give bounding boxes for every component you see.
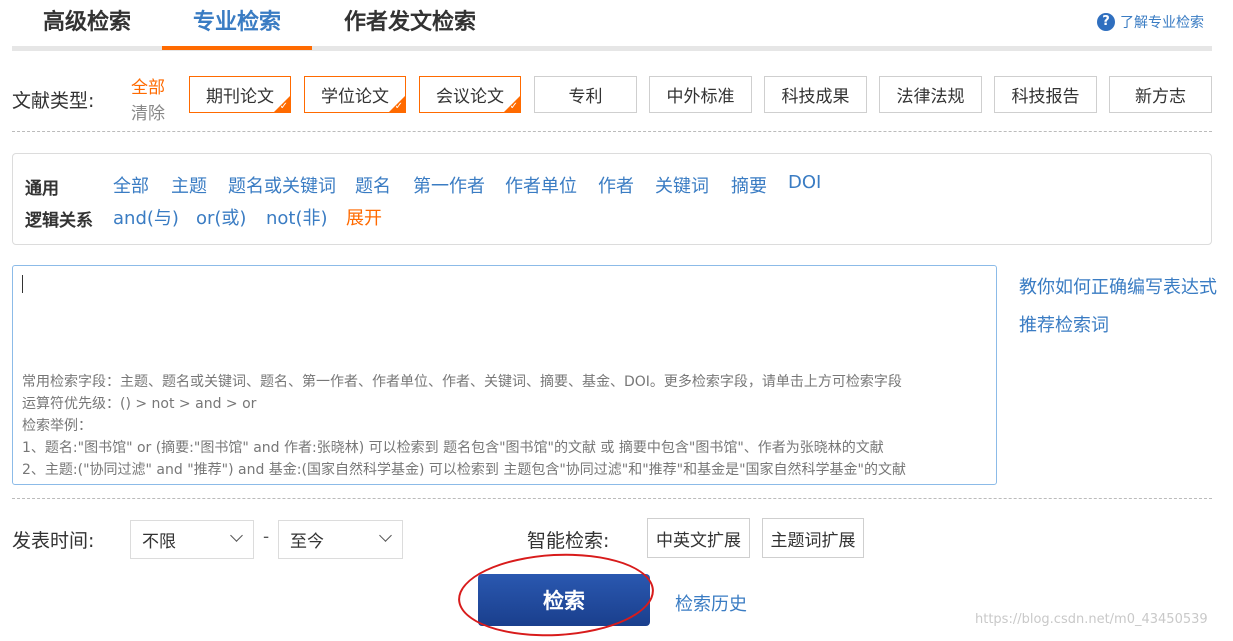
doc-type-patent[interactable]: 专利 [534, 76, 637, 113]
logic-not[interactable]: not(非) [266, 204, 328, 230]
field-panel: 通用 全部 主题 题名或关键词 题名 第一作者 作者单位 作者 关键词 摘要 D… [12, 153, 1212, 245]
general-fields-label: 通用 [25, 179, 59, 199]
smart-search-label: 智能检索: [527, 530, 610, 552]
tab-advanced-search[interactable]: 高级检索 [40, 8, 134, 48]
check-icon: ✓ [509, 101, 518, 112]
text-caret [22, 275, 23, 293]
recommend-terms-link[interactable]: 推荐检索词 [1019, 311, 1109, 337]
field-doi[interactable]: DOI [788, 172, 821, 193]
red-annotation-circle [455, 548, 657, 641]
chevron-down-icon [230, 529, 243, 542]
range-separator: - [263, 527, 270, 547]
active-tab-indicator [162, 46, 312, 50]
field-title[interactable]: 题名 [355, 172, 391, 198]
hint-example-2: 2、主题:("协同过滤" and "推荐") and 基金:(国家自然科学基金)… [22, 462, 906, 478]
subject-term-expand-button[interactable]: 主题词扩展 [762, 518, 864, 558]
chevron-down-icon [379, 529, 392, 542]
field-all[interactable]: 全部 [113, 172, 149, 198]
help-link-label: 了解专业检索 [1120, 15, 1204, 31]
doc-type-thesis[interactable]: 学位论文 ✓ [304, 76, 406, 113]
doc-type-law[interactable]: 法律法规 [879, 76, 982, 113]
doc-type-local-chronicle[interactable]: 新方志 [1109, 76, 1212, 113]
doc-type-achievement[interactable]: 科技成果 [764, 76, 867, 113]
check-icon: ✓ [394, 101, 403, 112]
hint-fields: 常用检索字段：主题、题名或关键词、题名、第一作者、作者单位、作者、关键词、摘要、… [22, 374, 902, 390]
field-topic[interactable]: 主题 [171, 172, 207, 198]
field-abstract[interactable]: 摘要 [731, 172, 767, 198]
field-title-or-keyword[interactable]: 题名或关键词 [228, 172, 336, 198]
hint-example-1: 1、题名:"图书馆" or (摘要:"图书馆" and 作者:张晓林) 可以检索… [22, 440, 884, 456]
doc-type-standard[interactable]: 中外标准 [649, 76, 752, 113]
field-author[interactable]: 作者 [598, 172, 634, 198]
expression-guide-link[interactable]: 教你如何正确编写表达式 [1019, 273, 1217, 299]
doc-type-report[interactable]: 科技报告 [994, 76, 1097, 113]
publish-time-from-select[interactable]: 不限 [130, 520, 254, 559]
doc-type-conference[interactable]: 会议论文 ✓ [419, 76, 521, 113]
clear-link[interactable]: 清除 [131, 99, 165, 124]
field-keyword[interactable]: 关键词 [655, 172, 709, 198]
field-author-affiliation[interactable]: 作者单位 [505, 172, 577, 198]
check-icon: ✓ [279, 101, 288, 112]
search-history-link[interactable]: 检索历史 [675, 590, 747, 616]
publish-time-to-select[interactable]: 至今 [278, 520, 403, 559]
watermark: https://blog.csdn.net/m0_43450539 [975, 612, 1208, 627]
logic-and[interactable]: and(与) [113, 204, 179, 230]
question-icon: ? [1097, 13, 1115, 31]
hint-example-title: 检索举例： [22, 418, 92, 434]
doc-type-label: 文献类型: [12, 90, 95, 112]
doc-type-journal[interactable]: 期刊论文 ✓ [189, 76, 291, 113]
divider [12, 131, 1212, 132]
logic-or[interactable]: or(或) [196, 204, 246, 230]
cn-en-expand-button[interactable]: 中英文扩展 [647, 518, 750, 558]
select-all-link[interactable]: 全部 [131, 73, 165, 98]
expand-link[interactable]: 展开 [346, 204, 382, 230]
divider [12, 498, 1212, 499]
hint-operators: 运算符优先级：() > not > and > or [22, 396, 257, 412]
tab-professional-search[interactable]: 专业检索 [162, 8, 312, 48]
publish-time-label: 发表时间: [12, 530, 95, 552]
field-first-author[interactable]: 第一作者 [413, 172, 485, 198]
help-link[interactable]: ? 了解专业检索 [1097, 12, 1204, 32]
logic-label: 逻辑关系 [25, 211, 93, 231]
expression-input[interactable]: 常用检索字段：主题、题名或关键词、题名、第一作者、作者单位、作者、关键词、摘要、… [12, 265, 997, 485]
tab-author-search[interactable]: 作者发文检索 [340, 8, 480, 48]
